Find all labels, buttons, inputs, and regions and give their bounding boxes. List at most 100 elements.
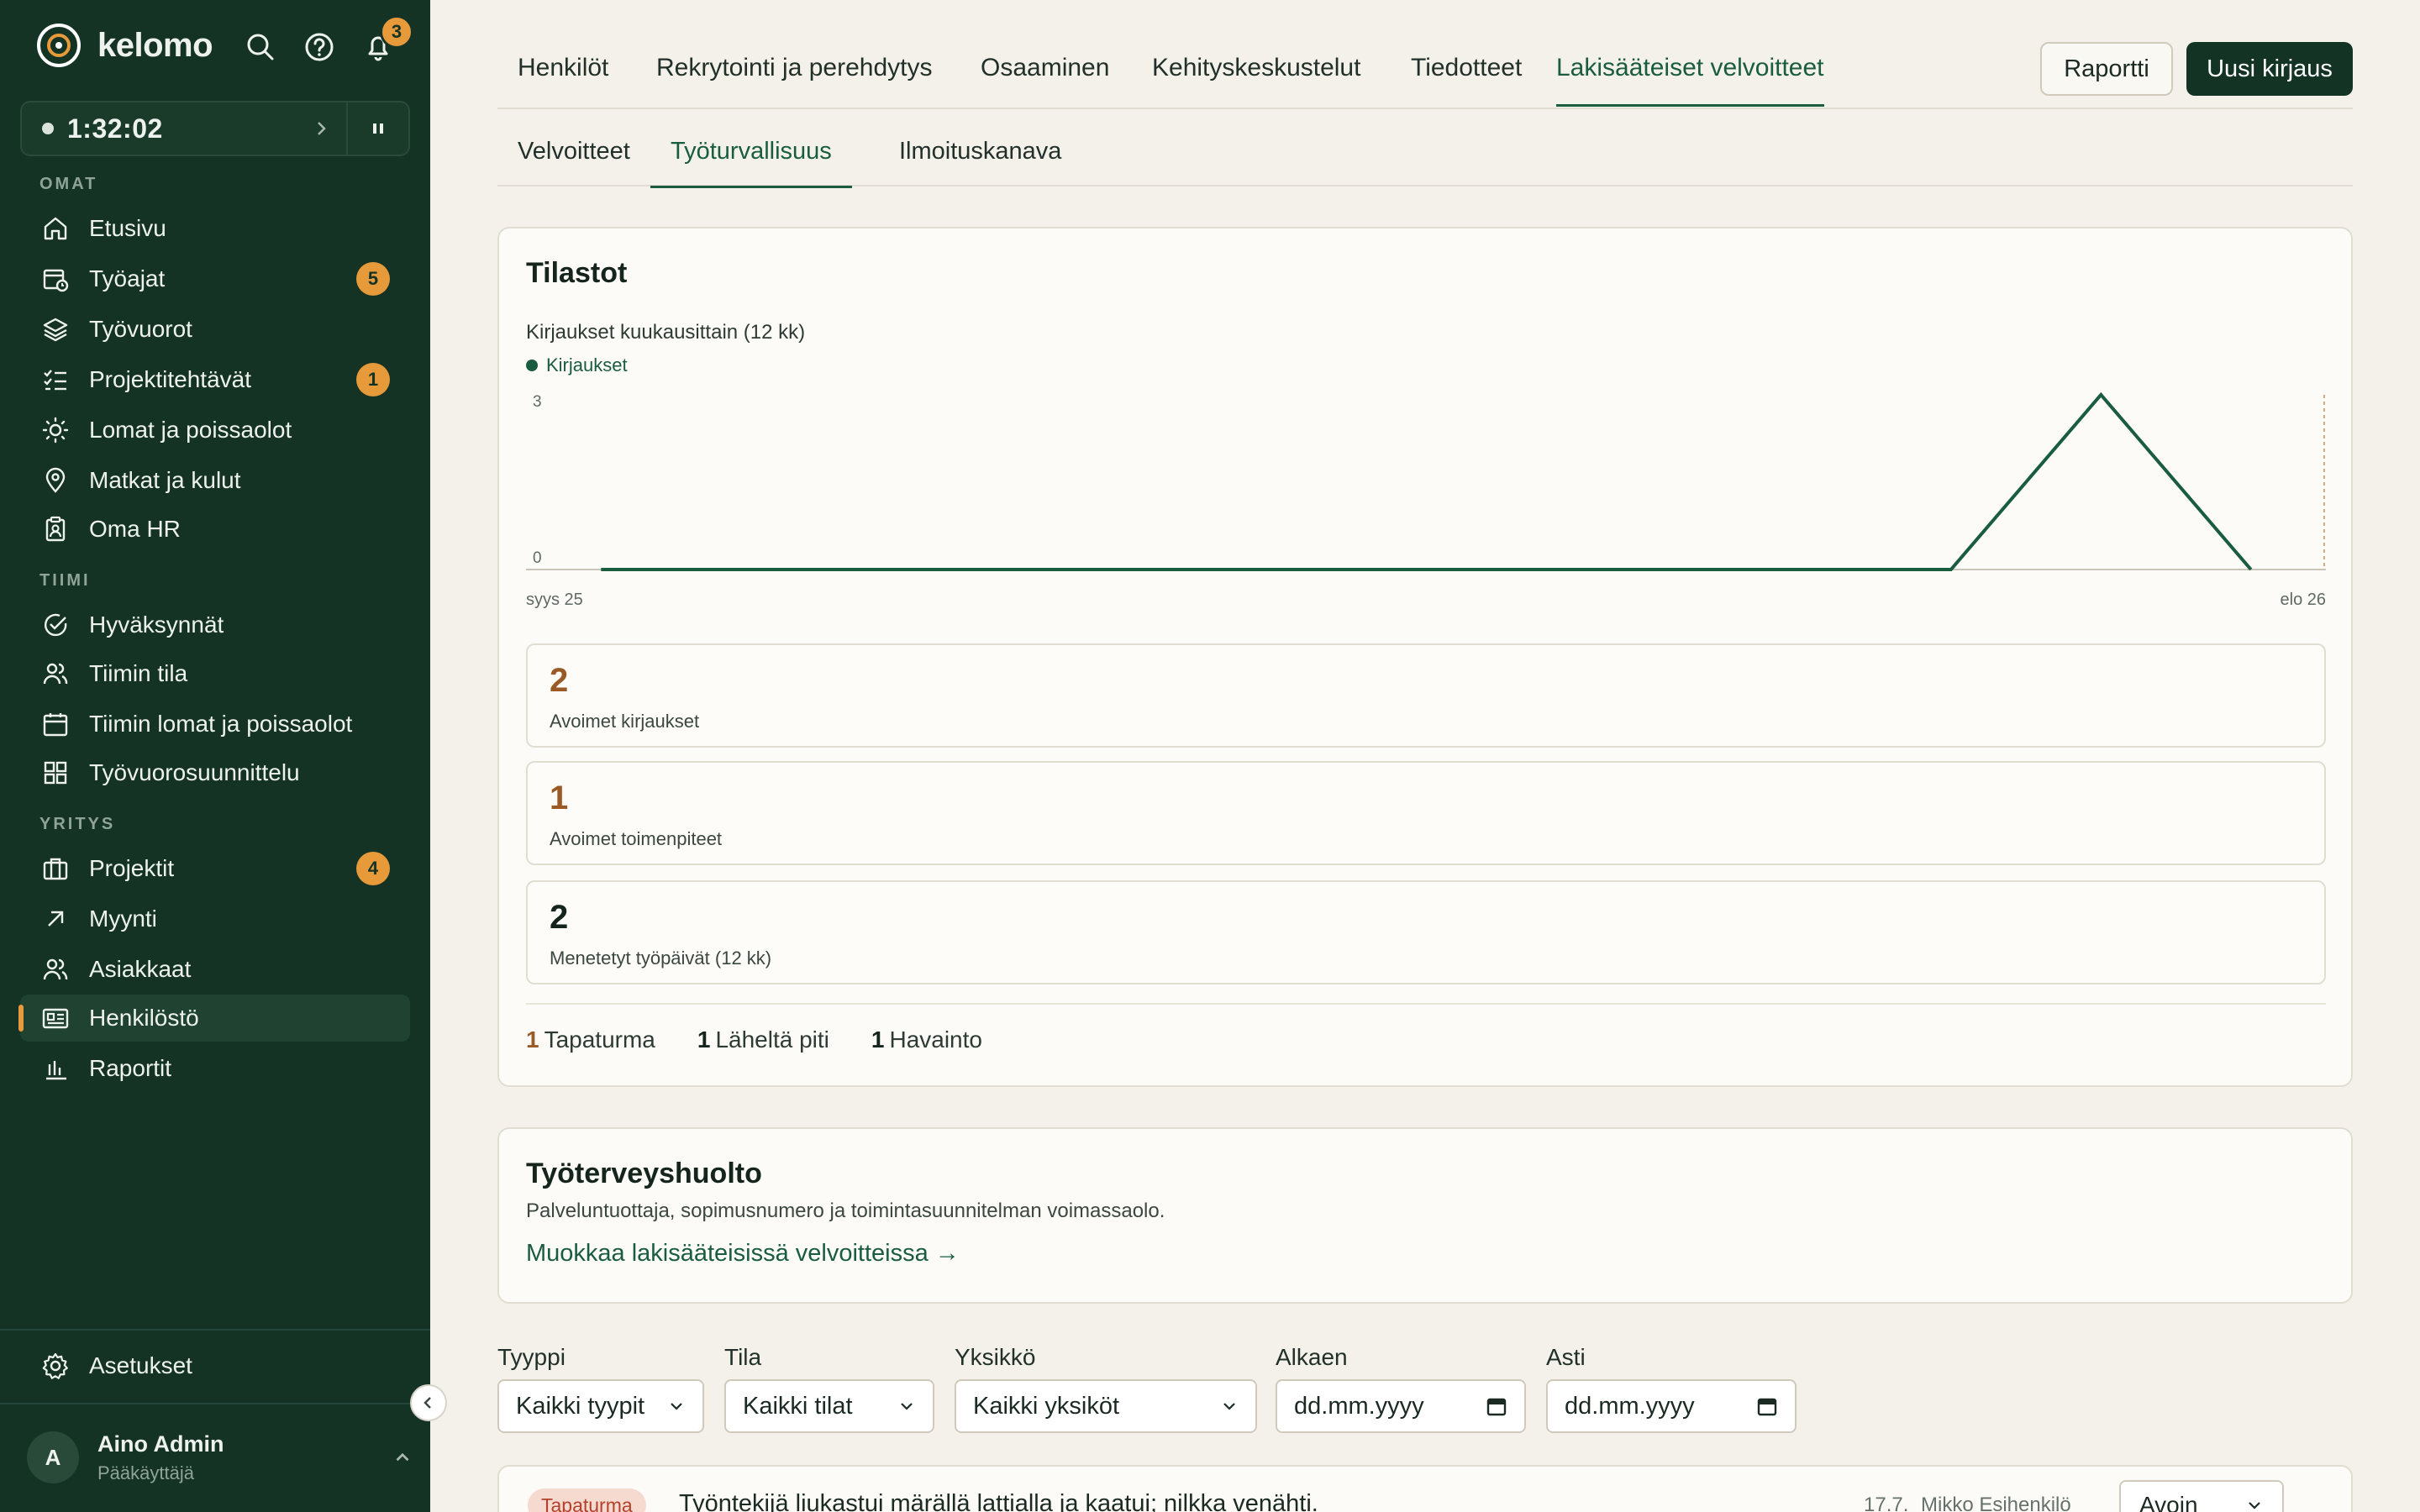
sidebar-item-tiimin-lomat-ja-poissaolot[interactable]: Tiimin lomat ja poissaolot	[20, 701, 410, 748]
unit-select[interactable]: Kaikki yksiköt	[955, 1379, 1257, 1433]
tab-osaaminen[interactable]: Osaaminen	[981, 54, 1109, 104]
sidebar-item-label: Työajat	[89, 265, 166, 291]
stat-open-actions: 1 Avoimet toimenpiteet	[526, 761, 2326, 865]
stat-lost-workdays: 2 Menetetyt työpäivät (12 kk)	[526, 880, 2326, 984]
filter-type: Tyyppi Kaikki tyypit	[497, 1344, 704, 1433]
occupational-health-card: Työterveyshuolto Palveluntuottaja, sopim…	[497, 1127, 2353, 1304]
y-tick-label: 3	[533, 393, 542, 411]
start-date-input[interactable]: dd.mm.yyyy	[1276, 1379, 1526, 1433]
sidebar-item-label: Henkilöstö	[89, 1005, 199, 1031]
tab-lakisaateiset[interactable]: Lakisääteiset velvoitteet	[1556, 54, 1824, 107]
tab-kehityskeskustelut[interactable]: Kehityskeskustelut	[1152, 54, 1360, 104]
user-menu[interactable]: A Aino Admin Pääkäyttäjä	[27, 1428, 413, 1487]
entry-type-counts: 1 Tapaturma 1 Läheltä piti 1 Havainto	[526, 1026, 982, 1053]
status-select[interactable]: Kaikki tilat	[724, 1379, 934, 1433]
notifications-button[interactable]: 3	[361, 15, 413, 64]
brand[interactable]: kelomo	[35, 22, 213, 69]
check-circle-icon	[40, 610, 71, 640]
briefcase-icon	[40, 853, 71, 884]
filter-unit: Yksikkö Kaikki yksiköt	[955, 1344, 1257, 1433]
sidebar-item-lomat-ja-poissaolot[interactable]: Lomat ja poissaolot	[20, 407, 410, 454]
tab-henkilot[interactable]: Henkilöt	[518, 54, 608, 104]
timer-time: 1:32:02	[67, 113, 163, 144]
chevron-left-icon	[424, 1397, 431, 1409]
sidebar-item-tiimin-tila[interactable]: Tiimin tila	[20, 650, 410, 697]
chevron-right-icon	[318, 122, 326, 135]
entry-title: Työntekijä liukastui märällä lattialla j…	[679, 1490, 1318, 1512]
chevron-down-icon	[1223, 1403, 1235, 1410]
x-tick-label-end: elo 26	[2281, 591, 2327, 609]
sidebar-collapse-button[interactable]	[410, 1384, 447, 1421]
sidebar-item-henkilöstö[interactable]: Henkilöstö	[18, 995, 410, 1042]
secondary-tabs: Velvoitteet Työturvallisuus Ilmoituskana…	[497, 126, 2353, 188]
sidebar-item-label: Lomat ja poissaolot	[89, 417, 292, 443]
sidebar-item-etusivu[interactable]: Etusivu	[20, 205, 410, 252]
sun-icon	[40, 415, 71, 445]
calendar-icon	[40, 709, 71, 739]
sidebar-item-myynti[interactable]: Myynti	[20, 895, 410, 942]
sidebar-section-title: TIIMI	[39, 571, 91, 590]
type-select[interactable]: Kaikki tyypit	[497, 1379, 704, 1433]
sidebar-item-label: Raportit	[89, 1055, 172, 1081]
count-tapaturma: 1 Tapaturma	[526, 1026, 655, 1053]
sidebar-item-työvuorosuunnittelu[interactable]: Työvuorosuunnittelu	[20, 749, 410, 796]
checklist-icon	[40, 365, 71, 395]
sidebar-item-label: Tiimin lomat ja poissaolot	[89, 711, 353, 737]
sidebar-item-työajat[interactable]: Työajat 5	[20, 255, 410, 302]
chevron-up-icon	[396, 1452, 409, 1462]
count-badge: 4	[356, 852, 390, 885]
sidebar-item-oma-hr[interactable]: Oma HR	[20, 506, 410, 553]
sidebar-item-label: Myynti	[89, 906, 157, 932]
chart-legend: Kirjaukset	[526, 354, 628, 376]
calendar-icon	[1757, 1398, 1777, 1416]
help-button[interactable]	[302, 30, 336, 64]
stat-label: Menetetyt työpäivät (12 kk)	[550, 948, 772, 969]
sidebar-item-hyväksynnät[interactable]: Hyväksynnät	[20, 601, 410, 648]
legend-swatch	[526, 360, 538, 371]
count-badge: 1	[356, 363, 390, 396]
list-item[interactable]: Tapaturma Työntekijä liukastui märällä l…	[497, 1465, 2353, 1512]
legend-label: Kirjaukset	[546, 354, 628, 375]
entry-person: Mikko Esihenkilö	[1921, 1494, 2071, 1512]
stat-value: 1	[550, 780, 569, 816]
sidebar-item-projektit[interactable]: Projektit 4	[20, 845, 410, 892]
subtab-tyoturvallisuus[interactable]: Työturvallisuus	[650, 138, 852, 188]
sidebar-item-työvuorot[interactable]: Työvuorot	[20, 306, 410, 353]
layers-icon	[40, 314, 71, 344]
sidebar-section-title: OMAT	[39, 175, 98, 193]
tab-rekrytointi[interactable]: Rekrytointi ja perehdytys	[656, 54, 932, 104]
timer-pause-button[interactable]	[346, 102, 408, 155]
end-date-input[interactable]: dd.mm.yyyy	[1546, 1379, 1797, 1433]
clipboard-user-icon	[40, 514, 71, 544]
sidebar-item-matkat-ja-kulut[interactable]: Matkat ja kulut	[20, 457, 410, 504]
filter-label: Alkaen	[1276, 1344, 1348, 1370]
notification-count-badge: 3	[380, 15, 413, 49]
sidebar-item-label: Matkat ja kulut	[89, 467, 241, 493]
sidebar-item-label: Asetukset	[89, 1352, 192, 1378]
type-badge: Tapaturma	[528, 1488, 646, 1512]
filter-label: Yksikkö	[955, 1344, 1036, 1370]
filter-end-date: Asti dd.mm.yyyy	[1546, 1344, 1797, 1433]
edit-obligations-link[interactable]: Muokkaa lakisääteisissä velvoitteissa →	[526, 1240, 960, 1268]
new-entry-button[interactable]: Uusi kirjaus	[2186, 42, 2353, 96]
occupational-health-title: Työterveyshuolto	[526, 1158, 762, 1189]
sidebar: kelomo 3 1:32:02 OMAT Etusivu Työajat 5 Työv…	[0, 0, 430, 1512]
timer-open-button[interactable]	[296, 102, 346, 155]
report-button[interactable]: Raportti	[2040, 42, 2173, 96]
tab-tiedotteet[interactable]: Tiedotteet	[1411, 54, 1522, 104]
sidebar-item-asiakkaat[interactable]: Asiakkaat	[20, 946, 410, 993]
map-pin-icon	[40, 465, 71, 496]
subtab-velvoitteet[interactable]: Velvoitteet	[518, 138, 630, 186]
entry-status-select[interactable]: Avoin	[2119, 1480, 2284, 1512]
stats-card: Tilastot Kirjaukset kuukausittain (12 kk…	[497, 227, 2353, 1087]
sidebar-item-settings[interactable]: Asetukset	[20, 1342, 410, 1389]
subtab-ilmoituskanava[interactable]: Ilmoituskanava	[899, 138, 1061, 186]
search-button[interactable]	[244, 30, 277, 64]
sidebar-item-label: Työvuorot	[89, 316, 192, 342]
sidebar-item-projektitehtävät[interactable]: Projektitehtävät 1	[20, 356, 410, 403]
sidebar-item-raportit[interactable]: Raportit	[20, 1045, 410, 1092]
arrow-up-right-icon	[40, 904, 71, 934]
sidebar-divider	[0, 1403, 430, 1404]
time-tracker[interactable]: 1:32:02	[20, 101, 410, 156]
chevron-down-icon	[671, 1403, 682, 1410]
